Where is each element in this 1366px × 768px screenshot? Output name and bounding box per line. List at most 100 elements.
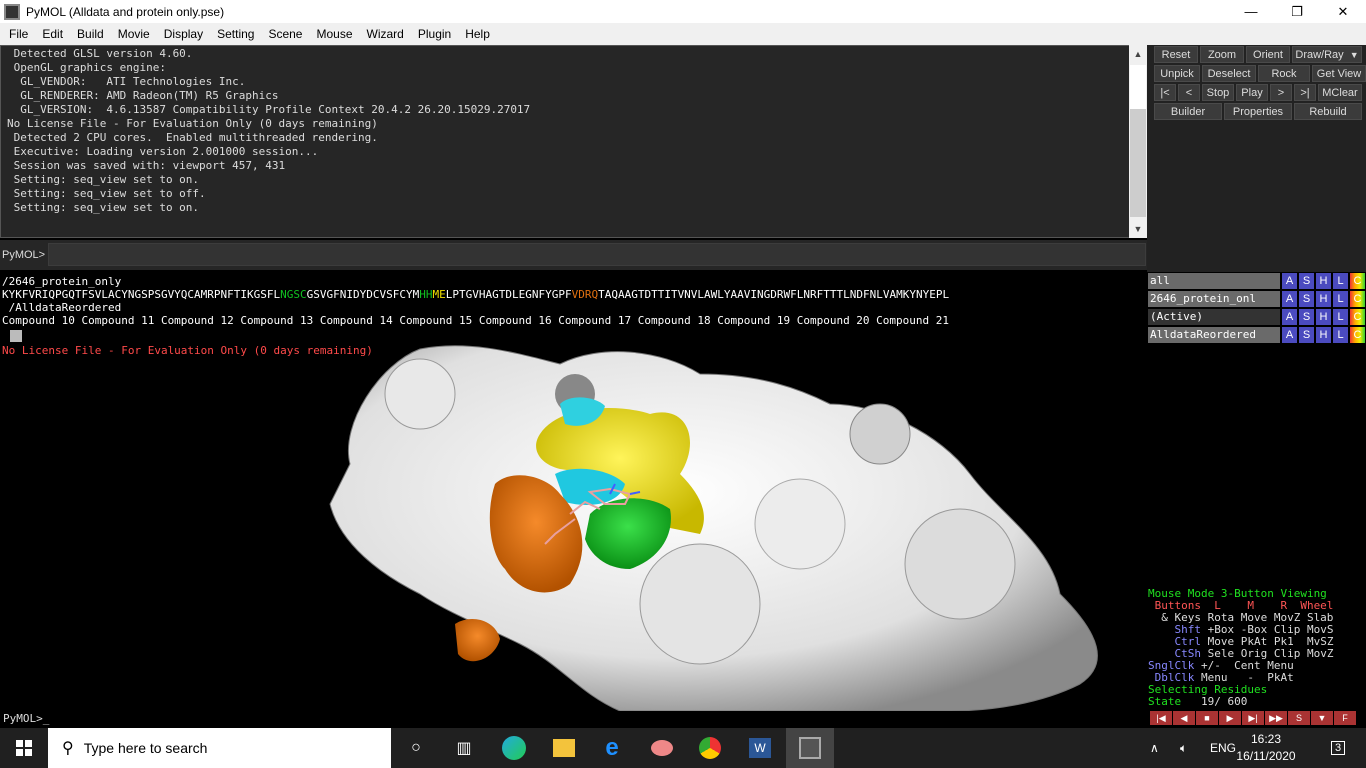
scroll-up-icon[interactable]: ▲ <box>1129 45 1147 63</box>
reset-button[interactable]: Reset <box>1154 46 1198 63</box>
movie-first-button[interactable]: |◀ <box>1150 711 1172 725</box>
movie-scene-button[interactable]: S <box>1288 711 1310 725</box>
chrome-icon[interactable] <box>686 728 734 768</box>
end-button[interactable]: >| <box>1294 84 1316 101</box>
menu-scene[interactable]: Scene <box>261 27 309 41</box>
residue-run[interactable]: LPTGVHAGTDLEGNFYGPF <box>446 288 572 301</box>
back-button[interactable]: < <box>1178 84 1200 101</box>
menu-plugin[interactable]: Plugin <box>411 27 458 41</box>
orient-button[interactable]: Orient <box>1246 46 1290 63</box>
play-button[interactable]: Play <box>1236 84 1268 101</box>
mclear-button[interactable]: MClear <box>1318 84 1362 101</box>
object-name[interactable]: 2646_protein_onl <box>1148 291 1280 307</box>
cortana-icon[interactable]: ○ <box>392 728 440 768</box>
residue-run-green[interactable]: HH <box>419 288 432 301</box>
menu-setting[interactable]: Setting <box>210 27 261 41</box>
edge-icon[interactable] <box>490 728 538 768</box>
windows-start-button[interactable] <box>0 728 48 768</box>
show-button[interactable]: S <box>1299 327 1314 343</box>
word-icon[interactable]: W <box>736 728 784 768</box>
pymol-taskbar-icon[interactable] <box>786 728 834 768</box>
volume-icon[interactable]: 🔈︎ <box>1180 728 1187 768</box>
object-name[interactable]: all <box>1148 273 1280 289</box>
compound-states[interactable]: Compound 10 Compound 11 Compound 12 Comp… <box>2 314 949 327</box>
builder-button[interactable]: Builder <box>1154 103 1222 120</box>
color-button[interactable]: C <box>1350 291 1365 307</box>
notification-center-icon[interactable]: 3 <box>1318 728 1358 768</box>
snipping-tool-icon[interactable] <box>638 728 686 768</box>
rewind-button[interactable]: |< <box>1154 84 1176 101</box>
action-button[interactable]: A <box>1282 273 1297 289</box>
residue-run-yellow[interactable]: ME <box>433 288 446 301</box>
movie-last-button[interactable]: ▶▶ <box>1265 711 1287 725</box>
color-button[interactable]: C <box>1350 309 1365 325</box>
properties-button[interactable]: Properties <box>1224 103 1292 120</box>
residue-run[interactable]: KYKFVRIQPGQTFSVLACYNGSPSGVYQCAMRPNFTIKGS… <box>2 288 280 301</box>
system-clock[interactable]: 16:23 16/11/2020 <box>1236 731 1296 765</box>
menu-build[interactable]: Build <box>70 27 111 41</box>
mouse-mode-panel[interactable]: Mouse Mode 3-Button Viewing Buttons L M … <box>1147 588 1366 712</box>
residue-run-green[interactable]: NGSC <box>280 288 307 301</box>
file-explorer-icon[interactable] <box>540 728 588 768</box>
show-button[interactable]: S <box>1299 291 1314 307</box>
action-button[interactable]: A <box>1282 309 1297 325</box>
maximize-button[interactable]: ❐ <box>1274 0 1320 23</box>
draw-ray-button[interactable]: Draw/Ray ▼ <box>1292 46 1362 63</box>
menu-wizard[interactable]: Wizard <box>360 27 411 41</box>
movie-menu-button[interactable]: ▼ <box>1311 711 1333 725</box>
console-scrollbar[interactable]: ▲ ▼ <box>1129 45 1147 238</box>
sequence-object-label[interactable]: /AlldataReordered <box>2 301 122 314</box>
residue-run-orange[interactable]: VDRQ <box>572 288 599 301</box>
sequence-object-label[interactable]: /2646_protein_only <box>2 275 121 288</box>
protein-surface-render[interactable] <box>0 344 1147 711</box>
show-button[interactable]: S <box>1299 273 1314 289</box>
menu-edit[interactable]: Edit <box>35 27 70 41</box>
hide-button[interactable]: H <box>1316 291 1331 307</box>
scroll-down-icon[interactable]: ▼ <box>1129 220 1147 238</box>
unpick-button[interactable]: Unpick <box>1154 65 1200 82</box>
movie-fullscreen-button[interactable]: F <box>1334 711 1356 725</box>
stop-button[interactable]: Stop <box>1202 84 1234 101</box>
action-button[interactable]: A <box>1282 327 1297 343</box>
residue-run[interactable]: TAQAAGTDTTITVNVLAWLYAAVINGDRWFLNRFTTTLND… <box>598 288 949 301</box>
label-button[interactable]: L <box>1333 327 1348 343</box>
hide-button[interactable]: H <box>1316 327 1331 343</box>
show-button[interactable]: S <box>1299 309 1314 325</box>
language-indicator[interactable]: ENG <box>1210 728 1236 768</box>
movie-prev-button[interactable]: ◀ <box>1173 711 1195 725</box>
label-button[interactable]: L <box>1333 309 1348 325</box>
task-view-icon[interactable]: ▥ <box>440 728 488 768</box>
label-button[interactable]: L <box>1333 273 1348 289</box>
forward-button[interactable]: > <box>1270 84 1292 101</box>
residue-run[interactable]: GSVGFNIDYDCVSFCYM <box>307 288 420 301</box>
rock-button[interactable]: Rock <box>1258 65 1310 82</box>
color-button[interactable]: C <box>1350 327 1365 343</box>
deselect-button[interactable]: Deselect <box>1202 65 1256 82</box>
object-name[interactable]: (Active) <box>1148 309 1280 325</box>
get-view-button[interactable]: Get View <box>1312 65 1366 82</box>
molecule-viewport[interactable]: No License File - For Evaluation Only (0… <box>0 344 1147 711</box>
hide-button[interactable]: H <box>1316 273 1331 289</box>
close-button[interactable]: ✕ <box>1320 0 1366 23</box>
rebuild-button[interactable]: Rebuild <box>1294 103 1362 120</box>
movie-next-button[interactable]: ▶| <box>1242 711 1264 725</box>
menu-file[interactable]: File <box>2 27 35 41</box>
label-button[interactable]: L <box>1333 291 1348 307</box>
sequence-scroll-thumb[interactable] <box>10 330 22 342</box>
menu-mouse[interactable]: Mouse <box>309 27 359 41</box>
object-name[interactable]: AlldataReordered <box>1148 327 1280 343</box>
menu-movie[interactable]: Movie <box>111 27 157 41</box>
menu-display[interactable]: Display <box>157 27 210 41</box>
sequence-residues[interactable]: KYKFVRIQPGQTFSVLACYNGSPSGVYQCAMRPNFTIKGS… <box>2 288 949 301</box>
movie-play-button[interactable]: ▶ <box>1219 711 1241 725</box>
menu-help[interactable]: Help <box>458 27 497 41</box>
action-button[interactable]: A <box>1282 291 1297 307</box>
zoom-button[interactable]: Zoom <box>1200 46 1244 63</box>
internet-explorer-icon[interactable]: e <box>588 728 636 768</box>
taskbar-search-box[interactable]: ⚲ Type here to search <box>48 728 391 768</box>
color-button[interactable]: C <box>1350 273 1365 289</box>
movie-stop-button[interactable]: ■ <box>1196 711 1218 725</box>
command-input[interactable] <box>48 243 1146 266</box>
viewer-command-prompt[interactable]: PyMOL>_ <box>0 711 1147 727</box>
show-hidden-icons[interactable]: ∧ <box>1150 728 1159 768</box>
